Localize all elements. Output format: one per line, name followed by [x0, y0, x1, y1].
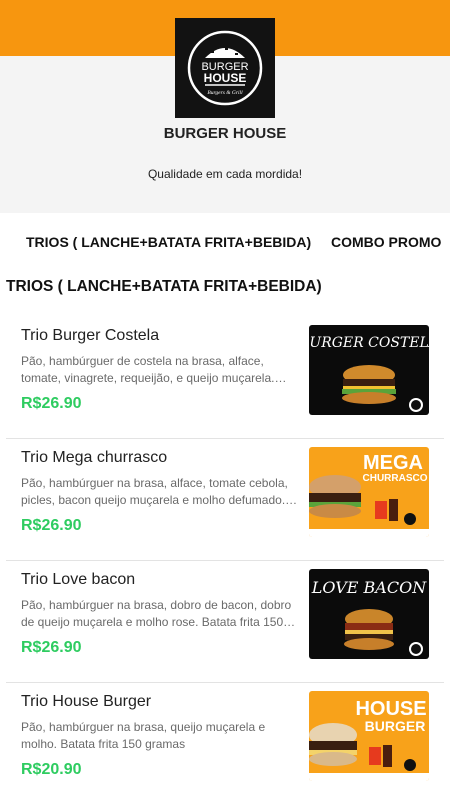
store-logo: BURGER HOUSE Burgers & Grill [175, 18, 275, 118]
item-image: HOUSE BURGER [309, 691, 429, 781]
item-price: R$26.90 [21, 517, 82, 534]
item-description: Pão, hambúrguer na brasa, alface, tomate… [21, 476, 288, 507]
item-description: Pão, hambúrguer na brasa, dobro de bacon… [21, 598, 292, 629]
item-image-text: LOVE BACON [311, 578, 427, 597]
menu-item[interactable]: Trio House Burger Pão, hambúrguer na bra… [6, 683, 444, 787]
logo-text-subtitle: Burgers & Grill [207, 90, 243, 96]
section-title: TRIOS ( LANCHE+BATATA FRITA+BEBIDA) [6, 278, 322, 295]
item-image: MEGA CHURRASCO [309, 447, 429, 537]
tab-trios[interactable]: TRIOS ( LANCHE+BATATA FRITA+BEBIDA) [26, 234, 311, 250]
item-price: R$20.90 [21, 761, 82, 778]
tab-combo-promo[interactable]: COMBO PROMO [331, 234, 441, 250]
item-image-text: MEGA [363, 452, 423, 474]
logo-text-house: HOUSE [204, 71, 247, 85]
store-tagline: Qualidade em cada mordida! [147, 167, 303, 181]
item-image: BURGER COSTELA [309, 325, 429, 415]
menu-item[interactable]: Trio Mega churrasco Pão, hambúrguer na b… [6, 439, 444, 561]
item-price: R$26.90 [21, 639, 82, 656]
item-image-subtext: BURGER [365, 718, 426, 734]
item-name: Trio Love bacon [21, 571, 136, 588]
item-price: R$26.90 [21, 395, 82, 412]
menu-item[interactable]: Trio Burger Costela Pão, hambúrguer de c… [6, 317, 444, 439]
item-description: Pão, hambúrguer na brasa, queijo muçarel… [21, 720, 266, 751]
category-tabs: TRIOS ( LANCHE+BATATA FRITA+BEBIDA) COMB… [0, 222, 450, 262]
menu-item[interactable]: Trio Love bacon Pão, hambúrguer na brasa… [6, 561, 444, 683]
item-image-subtext: CHURRASCO [363, 473, 428, 484]
item-description: Pão, hambúrguer de costela na brasa, alf… [21, 354, 275, 385]
item-image-text: HOUSE [355, 698, 426, 720]
item-image-text: BURGER COSTELA [309, 335, 429, 351]
item-name: Trio House Burger [21, 693, 152, 710]
item-name: Trio Burger Costela [21, 327, 160, 344]
item-name: Trio Mega churrasco [21, 449, 168, 466]
store-name: BURGER HOUSE [163, 125, 287, 142]
item-image: LOVE BACON [309, 569, 429, 659]
